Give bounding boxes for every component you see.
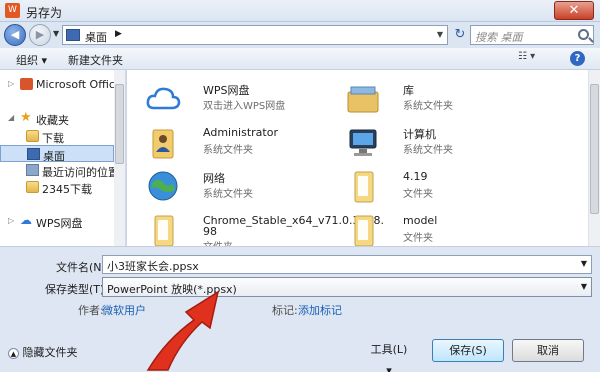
tags-field[interactable]: 添加标记 <box>298 302 342 318</box>
collapse-icon[interactable]: ▲ <box>8 347 19 359</box>
chevron-down-icon[interactable]: ▼ <box>581 259 587 268</box>
save-options-pane: 文件名(N): 小3班家长会.ppsx ▼ 保存类型(T): PowerPoin… <box>0 246 600 372</box>
list-item-4-19[interactable]: 4.19 文件夹 <box>345 166 545 210</box>
cancel-button[interactable]: 取消 <box>512 339 584 362</box>
file-name-continuation: 98 <box>203 225 217 238</box>
file-name: model <box>403 214 438 227</box>
search-input[interactable]: 搜索 桌面 <box>470 25 594 45</box>
file-list: WPS网盘 双击进入WPS网盘 库 系统文件夹 Administrator 系统… <box>127 70 588 253</box>
new-folder-button[interactable]: 新建文件夹 <box>68 52 123 68</box>
scrollbar-thumb[interactable] <box>590 84 599 214</box>
file-type: 系统文件夹 <box>403 101 453 112</box>
sidebar-item-label: 最近访问的位置 <box>42 166 114 179</box>
scrollbar-thumb[interactable] <box>115 84 124 164</box>
folder-icon <box>354 215 374 247</box>
filetype-select[interactable]: PowerPoint 放映(*.ppsx) ▼ <box>102 277 592 297</box>
library-icon <box>347 86 379 113</box>
cloud-icon <box>146 87 181 110</box>
filename-value[interactable]: 小3班家长会.ppsx <box>107 260 199 273</box>
file-name: WPS网盘 <box>203 84 250 97</box>
window-title: 另存为 <box>26 6 63 20</box>
expand-arrow-icon[interactable]: ▷ <box>8 79 14 88</box>
sidebar-item-label: 收藏夹 <box>36 114 69 127</box>
list-item-library[interactable]: 库 系统文件夹 <box>345 78 545 122</box>
search-icon[interactable] <box>578 29 589 40</box>
desktop-icon <box>27 148 40 160</box>
filename-field[interactable]: 小3班家长会.ppsx ▼ <box>102 255 592 274</box>
tools-button[interactable]: 工具(L) ▾ <box>368 339 410 372</box>
file-type: 系统文件夹 <box>203 145 253 156</box>
computer-icon <box>349 129 377 156</box>
file-type: 文件夹 <box>403 189 433 200</box>
address-dropdown-icon[interactable]: ▼ <box>437 30 443 39</box>
file-name: 库 <box>403 84 414 97</box>
wps-app-icon: W <box>5 3 20 18</box>
sidebar-item-label: WPS网盘 <box>36 217 83 230</box>
navigation-pane-scrollbar[interactable] <box>114 70 125 246</box>
close-window-button[interactable]: ✕ <box>554 1 594 20</box>
sidebar-item-label: 桌面 <box>43 150 65 162</box>
desktop-icon <box>66 29 80 41</box>
download-folder-icon <box>26 130 39 142</box>
folder-icon <box>154 215 174 247</box>
help-button[interactable]: ? <box>570 51 585 66</box>
filetype-value[interactable]: PowerPoint 放映(*.ppsx) <box>107 283 237 296</box>
address-path[interactable]: 桌面 <box>85 29 107 45</box>
recent-pages-dropdown[interactable]: ▼ <box>53 29 61 38</box>
author-label: 作者: <box>78 304 104 317</box>
expand-arrow-icon[interactable]: ▷ <box>8 216 14 225</box>
folder-icon <box>354 171 374 203</box>
star-icon: ★ <box>20 110 32 125</box>
file-type: 文件夹 <box>403 233 433 244</box>
list-item-administrator[interactable]: Administrator 系统文件夹 <box>145 122 345 166</box>
sidebar-item-downloads[interactable]: 下载 <box>0 128 114 145</box>
change-view-button[interactable]: ☷ ▾ <box>518 51 544 67</box>
forward-button[interactable]: ▶ <box>29 24 51 46</box>
navigation-pane: ▷ Microsoft Office I ◢ ★ 收藏夹 下载 桌面 最近访问的… <box>0 70 126 246</box>
sidebar-item-label: 下载 <box>42 132 64 145</box>
file-type: 双击进入WPS网盘 <box>203 101 286 112</box>
file-type: 系统文件夹 <box>203 189 253 200</box>
collapse-arrow-icon[interactable]: ◢ <box>8 113 14 122</box>
hide-folders-label: 隐藏文件夹 <box>22 346 78 359</box>
command-toolbar: 组织 ▾ 新建文件夹 ☷ ▾ ? <box>0 48 600 70</box>
breadcrumb-chevron-icon[interactable]: ▶ <box>115 29 122 39</box>
sidebar-item-desktop[interactable]: 桌面 <box>0 145 114 162</box>
tags-label: 标记: <box>272 304 298 317</box>
file-type: 系统文件夹 <box>403 145 453 156</box>
cloud-icon: ☁ <box>20 213 32 227</box>
list-item-computer[interactable]: 计算机 系统文件夹 <box>345 122 545 166</box>
organize-button[interactable]: 组织 ▾ <box>16 52 47 68</box>
list-item-network[interactable]: 网络 系统文件夹 <box>145 166 345 210</box>
file-list-scrollbar[interactable] <box>588 70 600 246</box>
title-bar: W 另存为 ✕ <box>0 0 600 22</box>
folder-icon <box>26 181 39 193</box>
network-icon <box>148 171 178 201</box>
file-name: 计算机 <box>403 128 436 141</box>
recent-places-icon <box>26 164 39 176</box>
file-name: Administrator <box>203 126 278 139</box>
search-placeholder: 搜索 桌面 <box>475 31 523 44</box>
back-button[interactable]: ◀ <box>4 24 26 46</box>
chevron-down-icon[interactable]: ▼ <box>581 282 587 291</box>
navigation-bar: ◀ ▶ ▼ 桌面 ▶ ▼ ↻ 搜索 桌面 <box>0 22 600 48</box>
sidebar-item-wps-cloud[interactable]: ▷ ☁ WPS网盘 <box>0 213 114 230</box>
file-name: 网络 <box>203 172 225 185</box>
sidebar-item-favorites[interactable]: ◢ ★ 收藏夹 <box>0 110 114 127</box>
sidebar-item-label: Microsoft Office I <box>36 78 114 91</box>
sidebar-item-2345-downloads[interactable]: 2345下载 <box>0 179 114 196</box>
author-field[interactable]: 微软用户 <box>102 302 146 318</box>
sidebar-item-label: 2345下载 <box>42 183 92 196</box>
office-icon <box>20 78 33 90</box>
user-folder-icon <box>152 129 174 159</box>
save-button[interactable]: 保存(S) <box>432 339 504 362</box>
hide-folders-toggle[interactable]: ▲ 隐藏文件夹 <box>8 344 78 360</box>
list-item-wps-cloud[interactable]: WPS网盘 双击进入WPS网盘 <box>145 78 345 122</box>
sidebar-item-microsoft-office[interactable]: ▷ Microsoft Office I <box>0 76 114 93</box>
filetype-label: 保存类型(T): <box>45 283 109 296</box>
refresh-button[interactable]: ↻ <box>452 26 468 44</box>
file-name: 4.19 <box>403 170 428 183</box>
address-bar[interactable]: 桌面 ▶ ▼ <box>62 25 448 45</box>
sidebar-item-recent-places[interactable]: 最近访问的位置 <box>0 162 114 179</box>
